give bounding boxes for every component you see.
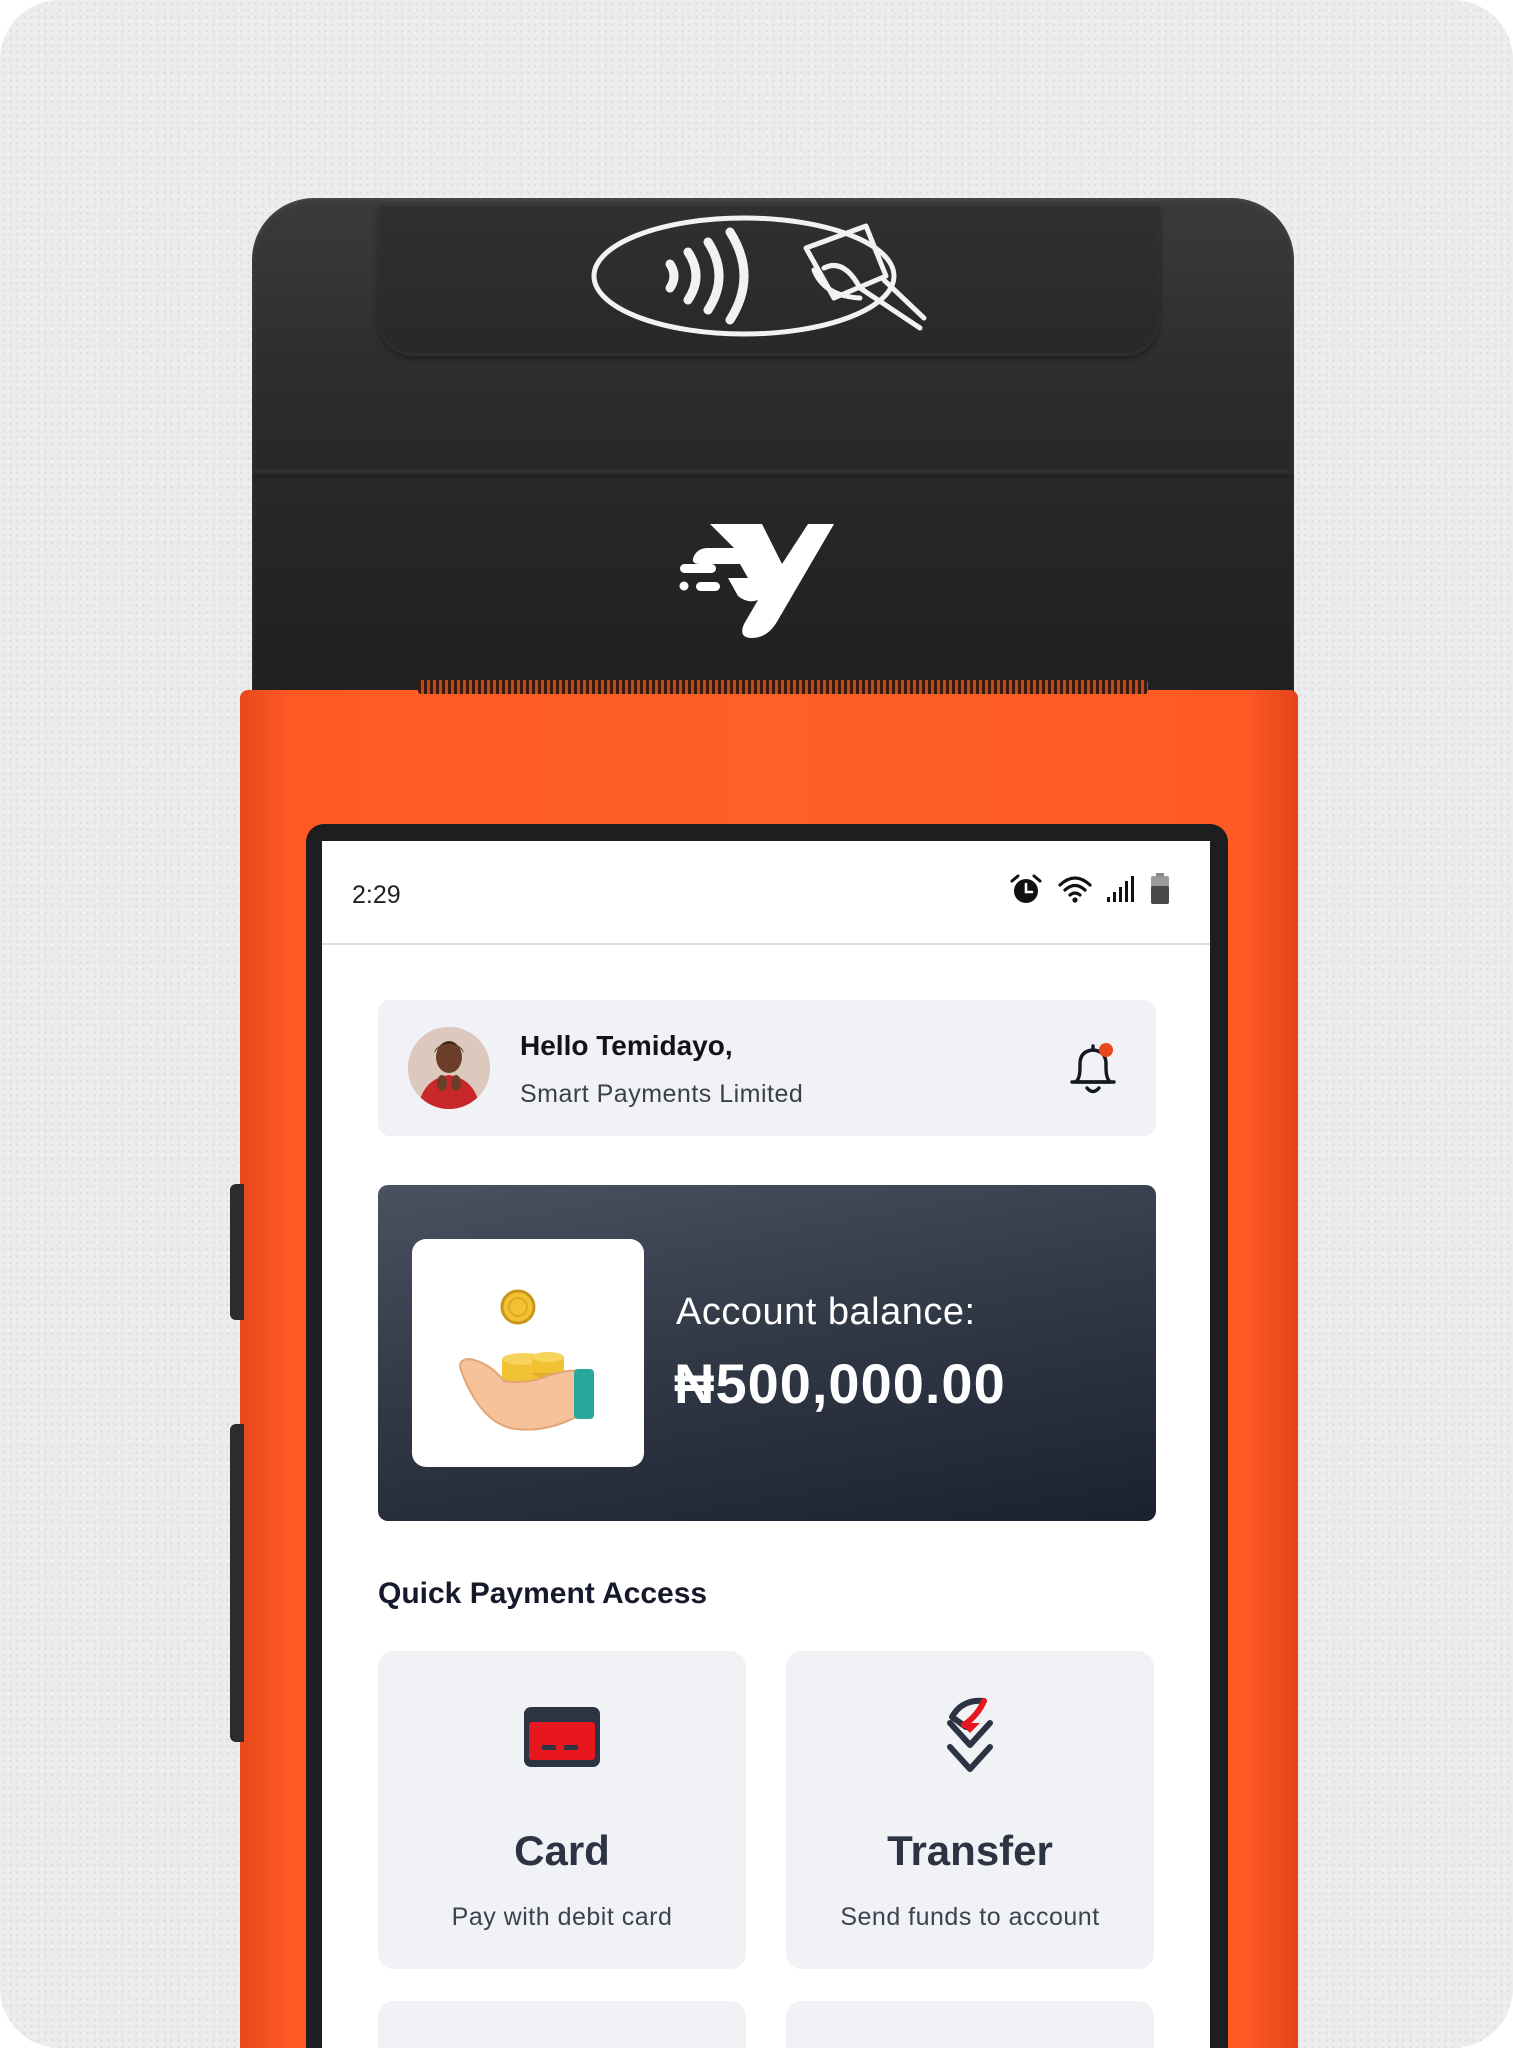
signal-icon (1107, 876, 1134, 902)
status-bar: 2:29 (322, 841, 1210, 945)
greeting-title: Hello Temidayo, (520, 1030, 733, 1061)
notification-dot (1099, 1043, 1113, 1057)
wifi-icon (1058, 876, 1092, 903)
status-time: 2:29 (352, 881, 401, 909)
tile-title: Card (514, 1827, 610, 1874)
tile-title: Transfer (887, 1827, 1053, 1874)
payment-tile[interactable] (378, 2001, 746, 2048)
balance-label: Account balance: (676, 1291, 976, 1333)
tile-subtitle: Send funds to account (840, 1903, 1100, 1931)
tile-subtitle: Pay with debit card (451, 1903, 673, 1931)
status-icons (1008, 873, 1170, 905)
coins-in-hand-icon (459, 1289, 594, 1431)
device-showcase: 2:29 Hello Temidayo, Smart Payments Limi… (0, 0, 1513, 2048)
card-payment-tile[interactable]: Card Pay with debit card (378, 1651, 746, 1969)
greeting-card: Hello Temidayo, Smart Payments Limited (378, 1000, 1156, 1136)
balance-amount: ₦500,000.00 (674, 1352, 1006, 1415)
balance-illustration (412, 1239, 644, 1467)
transfer-icon (947, 1697, 993, 1772)
credit-card-icon (524, 1707, 600, 1767)
notification-bell-icon[interactable] (1066, 1040, 1120, 1098)
payment-tile[interactable] (786, 2001, 1154, 2048)
side-button (230, 1184, 244, 1320)
contactless-icon (591, 215, 927, 337)
paper-cutter (418, 680, 1148, 694)
side-button (230, 1424, 244, 1742)
section-title: Quick Payment Access (378, 1577, 708, 1610)
avatar[interactable] (408, 1027, 490, 1109)
transfer-tile[interactable]: Transfer Send funds to account (786, 1651, 1154, 1969)
terminal-ridge (252, 470, 1294, 478)
alarm-icon (1010, 874, 1042, 903)
brand-logo-icon (679, 524, 834, 638)
battery-icon (1151, 873, 1169, 904)
company-name: Smart Payments Limited (520, 1080, 804, 1108)
device-screen: 2:29 Hello Temidayo, Smart Payments Limi… (322, 841, 1210, 2048)
balance-card: Account balance: ₦500,000.00 (378, 1185, 1156, 1521)
